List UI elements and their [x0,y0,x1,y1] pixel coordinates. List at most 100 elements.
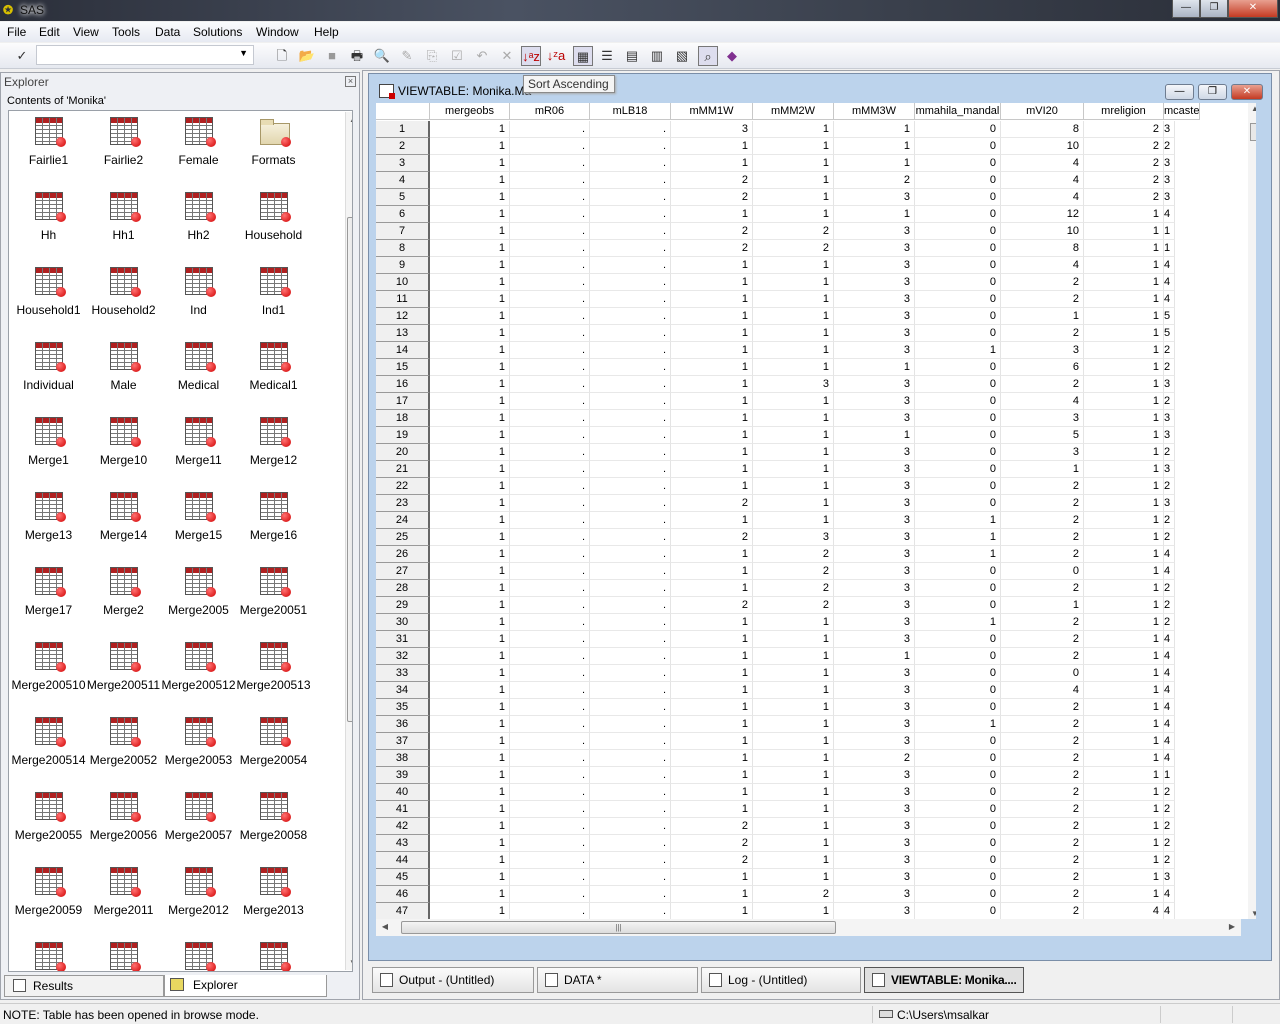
cell-mR06[interactable]: . [510,580,590,597]
cell-mMM3W[interactable]: 3 [834,665,915,682]
close-icon[interactable]: × [345,76,356,87]
cell-mmahila_mandal[interactable]: 0 [915,648,1001,665]
cell-mR06[interactable]: . [510,138,590,155]
row-number[interactable]: 15 [376,359,430,376]
cell-mMM3W[interactable]: 3 [834,801,915,818]
cell-mMM3W[interactable]: 3 [834,699,915,716]
cell-mergeobs[interactable]: 1 [430,835,510,852]
cell-mLB18[interactable]: . [590,869,671,886]
explorer-item[interactable]: Merge20053 [161,715,236,785]
cell-mergeobs[interactable]: 1 [430,682,510,699]
cell-mVI20[interactable]: 2 [1001,733,1084,750]
cell-mreligion[interactable]: 1 [1084,223,1164,240]
cell-mR06[interactable]: . [510,427,590,444]
viewtable-maximize-button[interactable]: ❐ [1198,84,1227,100]
cell-mcaste[interactable]: 2 [1164,444,1176,461]
cell-mreligion[interactable]: 1 [1084,614,1164,631]
cell-mLB18[interactable]: . [590,597,671,614]
cell-mR06[interactable]: . [510,665,590,682]
row-number[interactable]: 33 [376,665,430,682]
cell-mMM3W[interactable]: 3 [834,512,915,529]
cell-mLB18[interactable]: . [590,138,671,155]
cell-mmahila_mandal[interactable]: 0 [915,580,1001,597]
cell-mmahila_mandal[interactable]: 0 [915,733,1001,750]
cell-mMM2W[interactable]: 1 [753,138,834,155]
cell-mR06[interactable]: . [510,393,590,410]
cell-mMM2W[interactable]: 2 [753,546,834,563]
row-number[interactable]: 26 [376,546,430,563]
table-row[interactable]: 42 1.. 2 1 3 0 2 1 2 [376,818,1256,835]
table-row[interactable]: 18 1.. 1 1 3 0 3 1 3 [376,410,1256,427]
table-row[interactable]: 2 1.. 1 1 1 0 10 2 2 [376,138,1256,155]
window-button-log[interactable]: Log - (Untitled) [701,967,861,993]
cell-mMM3W[interactable]: 3 [834,461,915,478]
cell-mMM3W[interactable]: 3 [834,852,915,869]
cell-mVI20[interactable]: 2 [1001,801,1084,818]
cell-mergeobs[interactable]: 1 [430,818,510,835]
cell-mMM3W[interactable]: 2 [834,750,915,767]
explorer-item[interactable]: Household1 [11,265,86,335]
row-number[interactable]: 17 [376,393,430,410]
cell-mreligion[interactable]: 1 [1084,376,1164,393]
cell-mreligion[interactable]: 1 [1084,852,1164,869]
cell-mR06[interactable]: . [510,835,590,852]
cell-mergeobs[interactable]: 1 [430,648,510,665]
table-row[interactable]: 43 1.. 2 1 3 0 2 1 2 [376,835,1256,852]
cell-mVI20[interactable]: 2 [1001,274,1084,291]
table-row[interactable]: 25 1.. 2 3 3 1 2 1 2 [376,529,1256,546]
explorer-item[interactable]: Merge1 [11,415,86,485]
cell-mMM1W[interactable]: 1 [671,393,753,410]
window-button-output[interactable]: Output - (Untitled) [372,967,534,993]
cell-mVI20[interactable]: 2 [1001,767,1084,784]
cell-mMM2W[interactable]: 2 [753,223,834,240]
scroll-up-icon[interactable]: ▲ [346,115,352,124]
table-row[interactable]: 37 1.. 1 1 3 0 2 1 4 [376,733,1256,750]
row-number[interactable]: 18 [376,410,430,427]
column-header-mergeobs[interactable]: mergeobs [430,103,510,120]
explorer-item[interactable] [86,940,161,971]
row-number[interactable]: 37 [376,733,430,750]
cell-mR06[interactable]: . [510,240,590,257]
cell-mmahila_mandal[interactable]: 0 [915,376,1001,393]
cell-mcaste[interactable]: 3 [1164,869,1176,886]
cell-mVI20[interactable]: 4 [1001,155,1084,172]
cell-mmahila_mandal[interactable]: 0 [915,274,1001,291]
cell-mVI20[interactable]: 2 [1001,818,1084,835]
cell-mmahila_mandal[interactable]: 0 [915,325,1001,342]
cell-mcaste[interactable]: 4 [1164,274,1176,291]
cell-mMM1W[interactable]: 1 [671,801,753,818]
cell-mreligion[interactable]: 1 [1084,342,1164,359]
cell-mR06[interactable]: . [510,172,590,189]
cell-mMM3W[interactable]: 3 [834,274,915,291]
table-row[interactable]: 30 1.. 1 1 3 1 2 1 2 [376,614,1256,631]
cell-mLB18[interactable]: . [590,716,671,733]
cell-mcaste[interactable]: 3 [1164,121,1176,138]
cell-mMM1W[interactable]: 1 [671,274,753,291]
explorer-item[interactable]: Merge16 [236,490,311,560]
row-number[interactable]: 12 [376,308,430,325]
cell-mLB18[interactable]: . [590,257,671,274]
cell-mcaste[interactable]: 4 [1164,750,1176,767]
cell-mMM2W[interactable]: 1 [753,121,834,138]
table-row[interactable]: 91..1130414 [376,257,1256,274]
cell-mMM1W[interactable]: 1 [671,648,753,665]
cell-mLB18[interactable]: . [590,155,671,172]
row-number[interactable]: 13 [376,325,430,342]
scroll-left-icon[interactable]: ◀ [378,922,392,931]
cell-mergeobs[interactable]: 1 [430,478,510,495]
cell-mMM1W[interactable]: 1 [671,767,753,784]
cell-mmahila_mandal[interactable]: 0 [915,869,1001,886]
cell-mLB18[interactable]: . [590,444,671,461]
cell-mergeobs[interactable]: 1 [430,206,510,223]
cell-mMM2W[interactable]: 3 [753,376,834,393]
cell-mmahila_mandal[interactable]: 0 [915,240,1001,257]
table-row[interactable]: 29 1.. 2 2 3 0 1 1 2 [376,597,1256,614]
table-row[interactable]: 14 1.. 1 1 3 1 3 1 2 [376,342,1256,359]
cell-mmahila_mandal[interactable]: 1 [915,512,1001,529]
cell-mMM1W[interactable]: 1 [671,886,753,903]
cell-mMM3W[interactable]: 3 [834,733,915,750]
cell-mmahila_mandal[interactable]: 0 [915,444,1001,461]
cell-mergeobs[interactable]: 1 [430,444,510,461]
row-number[interactable]: 20 [376,444,430,461]
cell-mR06[interactable]: . [510,478,590,495]
